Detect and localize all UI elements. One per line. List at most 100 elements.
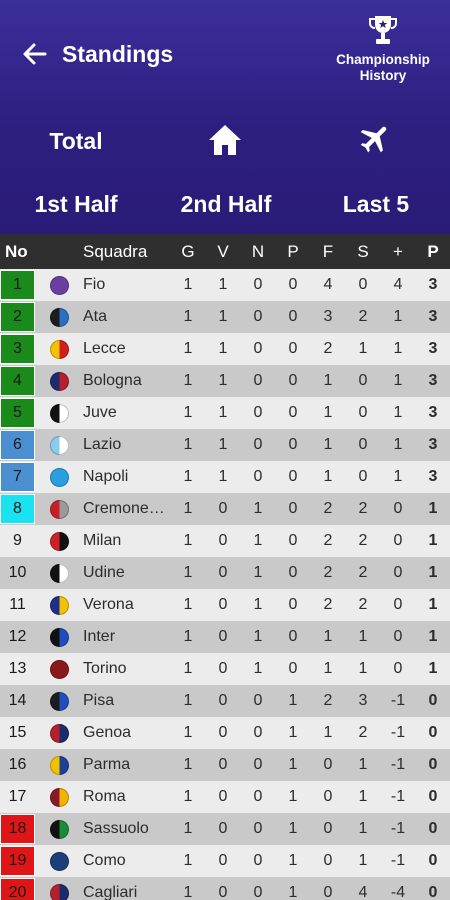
championship-history-label-line1: Championship [336, 52, 430, 67]
team-badge-icon [50, 500, 69, 519]
tab-home[interactable] [204, 120, 246, 160]
tab-second-half[interactable]: 2nd Half [166, 190, 286, 218]
goals-for-cell: 2 [323, 340, 333, 357]
draws-cell: 0 [253, 884, 263, 900]
team-name: Cremone… [83, 500, 165, 517]
table-row[interactable]: 1 Fio 1 1 0 0 4 0 4 3 [0, 269, 450, 301]
losses-cell: 0 [288, 596, 298, 613]
draws-cell: 0 [253, 692, 263, 709]
championship-history-label-line2: History [359, 68, 407, 83]
table-row[interactable]: 9 Milan 1 0 1 0 2 2 0 1 [0, 525, 450, 557]
goals-for-cell: 0 [323, 852, 333, 869]
table-row[interactable]: 14 Pisa 1 0 0 1 2 3 -1 0 [0, 685, 450, 717]
column-header-points[interactable]: P [420, 234, 446, 269]
points-cell: 0 [428, 692, 438, 709]
tab-last-5[interactable]: Last 5 [328, 190, 424, 218]
losses-cell: 1 [288, 820, 298, 837]
table-row[interactable]: 12 Inter 1 0 1 0 1 1 0 1 [0, 621, 450, 653]
goals-for-cell: 0 [323, 756, 333, 773]
points-cell: 3 [428, 372, 438, 389]
wins-cell: 0 [218, 532, 228, 549]
goals-for-cell: 3 [323, 308, 333, 325]
column-header-goals-for[interactable]: F [316, 234, 340, 269]
column-header-draws[interactable]: N [246, 234, 270, 269]
table-row[interactable]: 13 Torino 1 0 1 0 1 1 0 1 [0, 653, 450, 685]
table-row[interactable]: 15 Genoa 1 0 0 1 1 2 -1 0 [0, 717, 450, 749]
position-cell: 16 [8, 756, 27, 773]
table-row[interactable]: 10 Udine 1 0 1 0 2 2 0 1 [0, 557, 450, 589]
wins-cell: 0 [218, 628, 228, 645]
table-row[interactable]: 3 Lecce 1 1 0 0 2 1 1 3 [0, 333, 450, 365]
column-header-losses[interactable]: P [281, 234, 305, 269]
points-cell: 1 [428, 596, 438, 613]
team-name: Sassuolo [83, 820, 149, 837]
table-row[interactable]: 17 Roma 1 0 0 1 0 1 -1 0 [0, 781, 450, 813]
team-name: Genoa [83, 724, 132, 741]
championship-history-button[interactable]: Championship History [326, 14, 440, 84]
team-name: Verona [83, 596, 134, 613]
team-badge-icon [50, 276, 69, 295]
column-header-goals-against[interactable]: S [351, 234, 375, 269]
points-cell: 0 [428, 884, 438, 900]
points-cell: 1 [428, 500, 438, 517]
goals-against-cell: 1 [358, 756, 368, 773]
column-header-goal-diff[interactable]: + [384, 234, 412, 269]
table-row[interactable]: 2 Ata 1 1 0 0 3 2 1 3 [0, 301, 450, 333]
table-row[interactable]: 4 Bologna 1 1 0 0 1 0 1 3 [0, 365, 450, 397]
goals-against-cell: 2 [358, 308, 368, 325]
team-name: Bologna [83, 372, 142, 389]
goals-against-cell: 0 [358, 468, 368, 485]
column-header-team[interactable]: Squadra [83, 234, 173, 269]
back-button[interactable] [20, 40, 50, 68]
goal-diff-cell: -1 [390, 788, 406, 805]
draws-cell: 1 [253, 660, 263, 677]
goal-diff-cell: 0 [393, 660, 403, 677]
goals-against-cell: 3 [358, 692, 368, 709]
table-row[interactable]: 16 Parma 1 0 0 1 0 1 -1 0 [0, 749, 450, 781]
table-row[interactable]: 11 Verona 1 0 1 0 2 2 0 1 [0, 589, 450, 621]
team-name: Milan [83, 532, 122, 549]
table-row[interactable]: 8 Cremone… 1 0 1 0 2 2 0 1 [0, 493, 450, 525]
played-cell: 1 [183, 276, 193, 293]
table-row[interactable]: 7 Napoli 1 1 0 0 1 0 1 3 [0, 461, 450, 493]
team-name: Lecce [83, 340, 126, 357]
goals-for-cell: 2 [323, 500, 333, 517]
points-cell: 3 [428, 468, 438, 485]
team-name: Como [83, 852, 126, 869]
table-row[interactable]: 19 Como 1 0 0 1 0 1 -1 0 [0, 845, 450, 877]
team-badge-icon [50, 692, 69, 711]
goal-diff-cell: -1 [390, 820, 406, 837]
played-cell: 1 [183, 532, 193, 549]
standings-table-header: No Squadra G V N P F S + P [0, 234, 450, 269]
points-cell: 1 [428, 628, 438, 645]
position-cell: 10 [8, 564, 27, 581]
draws-cell: 1 [253, 628, 263, 645]
table-row[interactable]: 5 Juve 1 1 0 0 1 0 1 3 [0, 397, 450, 429]
column-header-played[interactable]: G [176, 234, 200, 269]
goal-diff-cell: -1 [390, 724, 406, 741]
goals-for-cell: 1 [323, 436, 333, 453]
tab-away[interactable] [355, 118, 395, 158]
table-row[interactable]: 20 Cagliari 1 0 0 1 0 4 -4 0 [0, 877, 450, 900]
table-row[interactable]: 6 Lazio 1 1 0 0 1 0 1 3 [0, 429, 450, 461]
tab-total[interactable]: Total [30, 127, 122, 155]
position-cell: 17 [8, 788, 27, 805]
position-cell: 15 [8, 724, 27, 741]
points-cell: 1 [428, 532, 438, 549]
draws-cell: 1 [253, 564, 263, 581]
column-header-wins[interactable]: V [211, 234, 235, 269]
goals-against-cell: 0 [358, 404, 368, 421]
wins-cell: 0 [218, 756, 228, 773]
losses-cell: 1 [288, 788, 298, 805]
column-header-no[interactable]: No [0, 234, 36, 269]
points-cell: 0 [428, 756, 438, 773]
played-cell: 1 [183, 788, 193, 805]
points-cell: 0 [428, 820, 438, 837]
table-row[interactable]: 18 Sassuolo 1 0 0 1 0 1 -1 0 [0, 813, 450, 845]
goals-for-cell: 0 [323, 884, 333, 900]
goals-against-cell: 2 [358, 596, 368, 613]
draws-cell: 1 [253, 532, 263, 549]
goal-diff-cell: 0 [393, 628, 403, 645]
wins-cell: 0 [218, 596, 228, 613]
tab-first-half[interactable]: 1st Half [18, 190, 134, 218]
